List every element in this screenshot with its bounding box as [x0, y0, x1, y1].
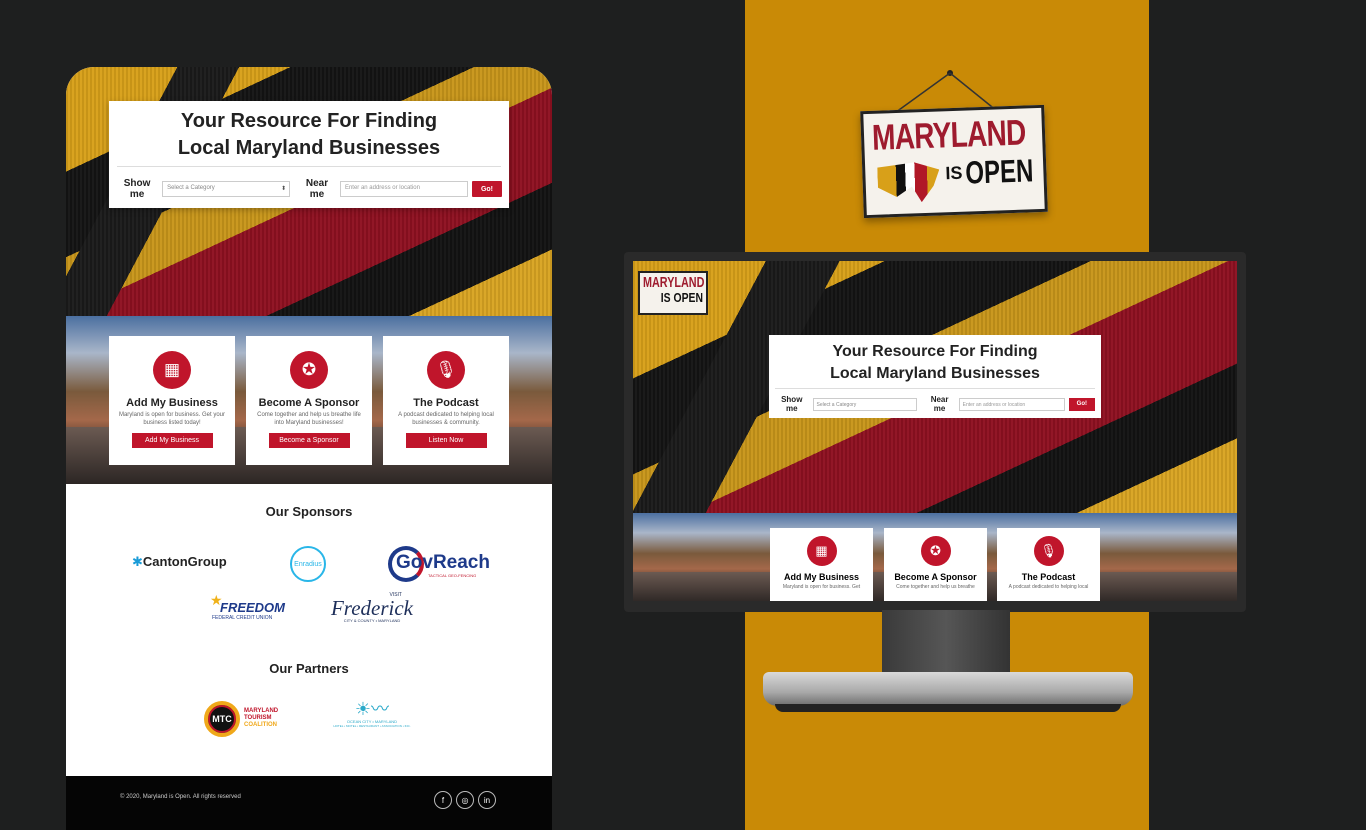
monitor-base-shadow — [775, 704, 1121, 712]
building-icon: ▦ — [806, 536, 837, 566]
frederick-name: Frederick — [330, 596, 413, 620]
partners-title: Our Partners — [269, 661, 349, 676]
monitor-title-line1: Your Resource For Finding — [832, 343, 1038, 360]
monitor-card-podcast: 🎙 The Podcast A podcast dedicated to hel… — [997, 528, 1100, 601]
sponsor-logo-enradius[interactable]: Enradius — [290, 546, 326, 582]
brand-line3: OPEN — [964, 152, 1034, 191]
search-row: Show me Select a Category ⬍ Near me Ente… — [109, 167, 509, 200]
mtc-wordmark: MARYLAND TOURISM COALITION — [244, 708, 278, 729]
facebook-icon[interactable]: f — [434, 791, 452, 809]
mtc-line1: MARYLAND — [244, 708, 279, 714]
linkedin-icon[interactable]: in — [478, 791, 496, 809]
monitor-stand-base — [763, 672, 1133, 706]
hero-title-line2: Local Maryland Businesses — [177, 137, 441, 159]
logo-open: OPEN — [673, 290, 703, 305]
sponsors-partners-section: Our Sponsors ✱CantonGroup Enradius GovRe… — [66, 484, 552, 776]
logo-line2: IS OPEN — [655, 291, 703, 305]
card-podcast: 🎙 The Podcast A podcast dedicated to hel… — [383, 336, 509, 465]
card-text: Come together and help us breathe life i… — [257, 412, 361, 426]
card-title: The Podcast — [413, 397, 479, 409]
ocean-sub: HOTEL • MOTEL • RESTAURANT • ASSOCIATION… — [333, 724, 411, 728]
card-add-business: ▦ Add My Business Maryland is open for b… — [109, 336, 235, 465]
near-me-label: Near me — [305, 178, 329, 200]
category-placeholder: Select a Category — [167, 185, 215, 191]
monitor-card-become-sponsor: ✪ Become A Sponsor Come together and hel… — [884, 528, 987, 601]
mtc-line2: TOURISM — [244, 715, 272, 721]
card-become-sponsor: ✪ Become A Sponsor Come together and hel… — [246, 336, 372, 465]
card-text: A podcast dedicated to helping local bus… — [398, 412, 494, 426]
sponsors-title: Our Sponsors — [265, 504, 353, 519]
instagram-icon[interactable]: ◎ — [456, 791, 474, 809]
logo-is: IS — [660, 290, 671, 305]
govreach-name: GovReach — [396, 552, 490, 573]
monitor-search-card: Your Resource For Finding Local Maryland… — [769, 335, 1101, 418]
maryland-is-open-sign: MARYLAND IS OPEN — [860, 104, 1048, 219]
monitor-card-add-business: ▦ Add My Business Maryland is open for b… — [770, 528, 873, 601]
hero-title: Your Resource For Finding Local Maryland… — [109, 108, 509, 162]
card-title: Become A Sponsor — [258, 397, 360, 409]
sponsor-logo-canton[interactable]: ✱CantonGroup — [132, 554, 227, 570]
site-logo[interactable]: MARYLAND IS OPEN — [638, 271, 708, 315]
sponsor-logo-freedom[interactable]: ★ FREEDOM FEDERAL CREDIT UNION — [210, 592, 285, 626]
canton-mark-icon: ✱ — [132, 554, 143, 569]
maryland-flag-map-icon — [877, 162, 940, 204]
microphone-icon: 🎙 — [427, 351, 465, 389]
sponsor-logo-govreach[interactable]: GovReach TACTICAL GEO-FENCING — [388, 544, 490, 582]
microphone-icon: 🎙 — [1033, 536, 1064, 566]
card-title: Add My Business — [126, 397, 218, 409]
monitor-title-line2: Local Maryland Businesses — [830, 365, 1040, 382]
monitor-go-button[interactable]: Go! — [1068, 397, 1095, 411]
card-text: Maryland is open for business. Get your … — [118, 412, 226, 426]
category-select[interactable]: Select a Category ⬍ — [162, 181, 291, 197]
govreach-tag: TACTICAL GEO-FENCING — [428, 573, 477, 578]
partner-logo-ocean-city[interactable]: ☀〰 OCEAN CITY • MARYLAND HOTEL • MOTEL •… — [330, 699, 414, 739]
monitor-category-select[interactable]: Select a Category — [812, 397, 917, 411]
cta-cards-section: ▦ Add My Business Maryland is open for b… — [66, 316, 552, 484]
sponsor-logo-frederick[interactable]: VISIT Frederick CITY & COUNTY • MARYLAND — [330, 592, 414, 630]
become-sponsor-button[interactable]: Become a Sponsor — [268, 433, 350, 448]
brand-line1: MARYLAND — [871, 111, 1027, 158]
award-ribbon-icon: ✪ — [920, 536, 951, 566]
monitor-card-title: The Podcast — [1021, 572, 1076, 582]
monitor-card-title: Become A Sponsor — [894, 572, 977, 582]
enradius-name: Enradius — [294, 560, 322, 568]
monitor-screen: MARYLAND IS OPEN Your Resource For Findi… — [633, 261, 1237, 601]
monitor-card-text: A podcast dedicated to helping local — [1008, 584, 1089, 590]
site-footer: © 2020, Maryland is Open. All rights res… — [66, 776, 552, 830]
logo-line1: MARYLAND — [643, 274, 705, 291]
building-icon: ▦ — [153, 351, 191, 389]
listen-now-button[interactable]: Listen Now — [405, 433, 487, 448]
monitor-card-text: Maryland is open for business. Get — [782, 584, 861, 590]
brand-line2: IS — [945, 162, 963, 184]
add-business-button[interactable]: Add My Business — [131, 433, 213, 448]
freedom-name: FREEDOM — [220, 600, 285, 615]
monitor-search-row: Show me Select a Category Near me Enter … — [769, 389, 1101, 413]
go-button[interactable]: Go! — [471, 181, 502, 197]
hero-flag-section: Your Resource For Finding Local Maryland… — [66, 67, 552, 316]
mtc-badge-icon: MTC — [204, 701, 240, 737]
presentation-canvas: Your Resource For Finding Local Maryland… — [0, 0, 1366, 830]
monitor-card-title: Add My Business — [783, 572, 859, 582]
desktop-monitor-mockup: MARYLAND IS OPEN Your Resource For Findi… — [624, 252, 1246, 612]
hero-title-line1: Your Resource For Finding — [180, 110, 438, 132]
monitor-show-label: Show me — [781, 395, 803, 413]
search-card: Your Resource For Finding Local Maryland… — [109, 101, 509, 208]
show-me-label: Show me — [123, 178, 151, 200]
partner-logo-mtc[interactable]: MTC MARYLAND TOURISM COALITION — [204, 701, 290, 737]
mtc-line3: COALITION — [244, 722, 277, 728]
mobile-page-mockup: Your Resource For Finding Local Maryland… — [66, 67, 552, 830]
award-ribbon-icon: ✪ — [290, 351, 328, 389]
address-input[interactable]: Enter an address or location — [339, 181, 468, 197]
monitor-card-text: Come together and help us breathe — [896, 584, 975, 590]
freedom-sub: FEDERAL CREDIT UNION — [212, 615, 273, 621]
chevron-updown-icon: ⬍ — [281, 186, 287, 192]
monitor-near-label: Near me — [930, 395, 949, 413]
monitor-hero-title: Your Resource For Finding Local Maryland… — [769, 341, 1101, 385]
copyright-text: © 2020, Maryland is Open. All rights res… — [120, 794, 241, 800]
canton-name: CantonGroup — [142, 554, 227, 569]
sun-wave-icon: ☀〰 — [354, 699, 390, 719]
monitor-address-input[interactable]: Enter an address or location — [958, 397, 1065, 411]
